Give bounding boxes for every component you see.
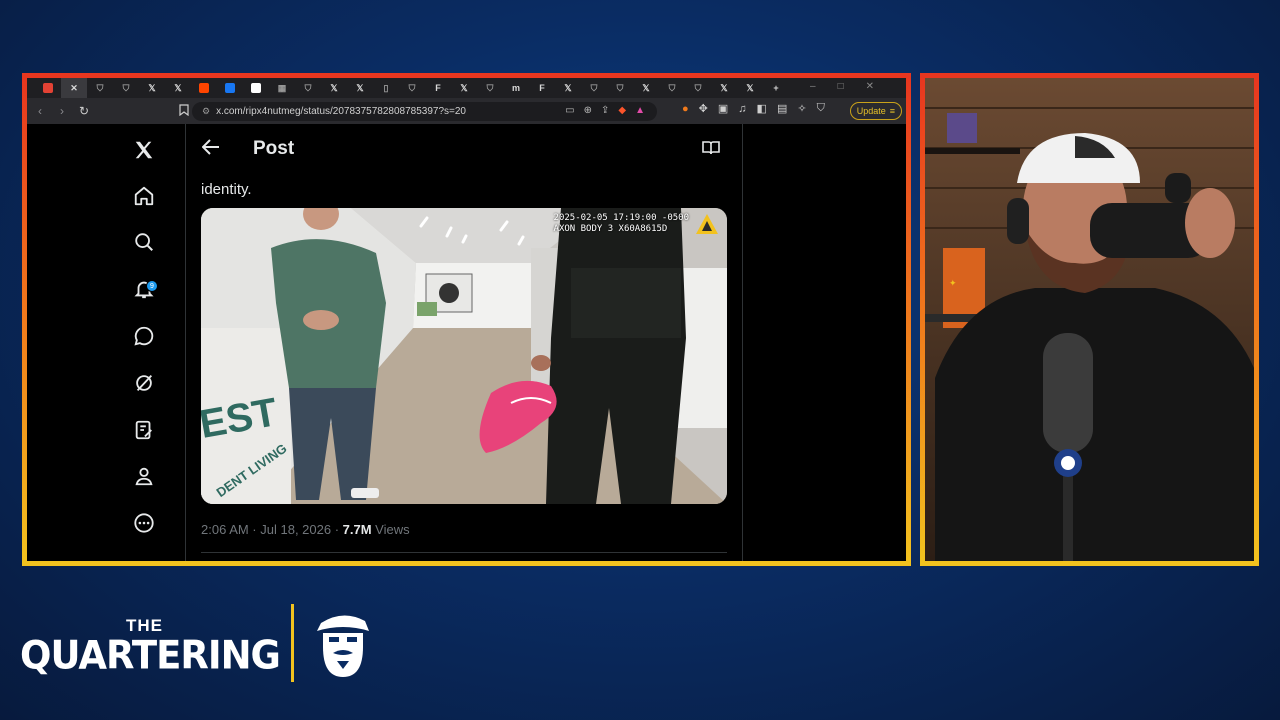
more-icon[interactable]: [132, 511, 156, 535]
logo-separator: [291, 604, 294, 682]
lists-icon[interactable]: [132, 418, 156, 442]
browser-capture-frame: ✕ ⛉ ⛉ 𝕏 𝕏 ▦ ⛉ 𝕏 𝕏 ▯ ⛉ F 𝕏 ⛉ m F 𝕏 ⛉ ⛉ 𝕏 ⛉ ⛉ 𝕏 𝕏 + –□✕ ‹ › ↻ ⚙ x.…: [22, 73, 911, 566]
bodycam-video[interactable]: EST DENT LIVING 2025-02-05 17:19:00 -050…: [201, 208, 727, 504]
back-arrow-icon[interactable]: [201, 139, 220, 160]
doc-icon[interactable]: ▯: [373, 78, 399, 98]
post-timestamp[interactable]: 2:06 AM · Jul 18, 2026 ·: [201, 522, 343, 537]
grok-icon[interactable]: [132, 371, 156, 395]
extension-bar: ● ✥ ▣ ♫ ◧ ▤ ✧ ⛉: [682, 102, 825, 115]
address-bar[interactable]: ⚙ x.com/ripx4nutmeg/status/2078375782808…: [192, 102, 657, 121]
x-logo-icon[interactable]: 𝕏: [737, 78, 763, 98]
zoom-icon[interactable]: ⊕: [584, 105, 592, 116]
x-page: 9 Post identity. EST DENT LIVING 2025-02…: [27, 124, 906, 561]
extension-orange-icon[interactable]: ●: [682, 103, 689, 115]
shield-icon[interactable]: ⛉: [477, 78, 503, 98]
timestamp-line: 2025-02-05 17:19:00 -0500: [553, 213, 689, 223]
post-column: Post identity. EST DENT LIVING 2025-02-0…: [185, 124, 743, 561]
x-logo-icon[interactable]: 𝕏: [633, 78, 659, 98]
x-sidebar-nav: 9: [122, 124, 182, 561]
leo-ai-icon[interactable]: ✧: [797, 102, 806, 115]
x-logo-icon[interactable]: 𝕏: [165, 78, 191, 98]
f-icon[interactable]: F: [425, 78, 451, 98]
url-text: x.com/ripx4nutmeg/status/207837578280878…: [216, 106, 466, 117]
media-icon[interactable]: ♫: [738, 103, 746, 115]
new-tab-icon[interactable]: +: [763, 78, 789, 98]
x-logo-icon[interactable]: 𝕏: [139, 78, 165, 98]
divider: [201, 552, 727, 553]
google-icon[interactable]: [243, 78, 269, 98]
brave-rewards-icon[interactable]: ▲: [635, 105, 645, 116]
favicon-red-icon-glyph: [43, 83, 53, 93]
shield-icon[interactable]: ⛉: [659, 78, 685, 98]
close-icon[interactable]: ✕: [61, 78, 87, 98]
window-controls[interactable]: –□✕: [810, 81, 896, 92]
logo-name: QUARTERING: [20, 632, 281, 679]
webcam-frame: ✦: [920, 73, 1259, 566]
favicon-red-icon[interactable]: [35, 78, 61, 98]
post-meta: 2:06 AM · Jul 18, 2026 · 7.7M Views: [201, 522, 410, 537]
shield-icon[interactable]: ⛉: [87, 78, 113, 98]
wallet-icon[interactable]: ▤: [777, 102, 787, 115]
bearded-head-logo-icon: [313, 607, 373, 684]
tweet-text: identity.: [201, 181, 252, 198]
x-logo-icon[interactable]: [132, 138, 156, 162]
cast-icon[interactable]: ▭: [565, 105, 574, 116]
m-icon[interactable]: m: [503, 78, 529, 98]
search-icon[interactable]: [132, 230, 156, 254]
shield-icon[interactable]: ⛉: [685, 78, 711, 98]
reload-button[interactable]: ↻: [77, 104, 91, 118]
extensions-icon[interactable]: ✥: [699, 102, 708, 115]
device-id-line: AXON BODY 3 X60A8615D: [553, 224, 668, 234]
post-header: Post: [186, 124, 742, 176]
x-logo-icon[interactable]: 𝕏: [555, 78, 581, 98]
x-logo-icon[interactable]: 𝕏: [451, 78, 477, 98]
update-label: Update: [856, 106, 886, 116]
page-title: Post: [253, 138, 295, 159]
views-count: 7.7M: [342, 522, 372, 537]
tab-strip: ✕ ⛉ ⛉ 𝕏 𝕏 ▦ ⛉ 𝕏 𝕏 ▯ ⛉ F 𝕏 ⛉ m F 𝕏 ⛉ ⛉ 𝕏 ⛉ ⛉ 𝕏 𝕏 +: [27, 78, 906, 98]
screenshot-icon[interactable]: ▣: [718, 102, 728, 115]
f-icon[interactable]: F: [529, 78, 555, 98]
update-button[interactable]: Update ≡: [849, 102, 902, 120]
google-icon-glyph: [251, 83, 261, 93]
reader-view-icon[interactable]: [702, 141, 720, 160]
x-logo-icon[interactable]: 𝕏: [711, 78, 737, 98]
bookmark-icon[interactable]: [177, 103, 191, 119]
reddit-icon-glyph: [199, 83, 209, 93]
messages-icon[interactable]: [132, 324, 156, 348]
notifications-badge: 9: [146, 280, 158, 292]
brave-shield-icon[interactable]: ◆: [618, 105, 626, 116]
url-actions: ▭ ⊕ ⇪ ◆ ▲: [565, 105, 645, 116]
svg-text:✦: ✦: [949, 278, 957, 288]
video-frame-illustration: EST DENT LIVING: [201, 208, 727, 504]
channel-logo: THE QUARTERING: [20, 612, 281, 678]
sidebar-toggle-icon[interactable]: ◧: [757, 102, 767, 115]
x-logo-icon[interactable]: 𝕏: [321, 78, 347, 98]
shield-icon[interactable]: ⛉: [399, 78, 425, 98]
reddit-icon[interactable]: [191, 78, 217, 98]
axon-logo-icon: [695, 213, 719, 240]
site-info-icon[interactable]: ⚙: [202, 106, 210, 117]
vpn-icon[interactable]: ⛉: [817, 102, 825, 115]
share-icon[interactable]: ⇪: [601, 105, 609, 116]
shield-icon[interactable]: ⛉: [607, 78, 633, 98]
x-logo-icon[interactable]: 𝕏: [347, 78, 373, 98]
bodycam-timestamp: 2025-02-05 17:19:00 -0500 AXON BODY 3 X6…: [554, 213, 689, 235]
shield-icon[interactable]: ⛉: [113, 78, 139, 98]
menu-icon: ≡: [889, 106, 895, 116]
profile-icon[interactable]: [132, 464, 156, 488]
facebook-icon-glyph: [225, 83, 235, 93]
shield-icon[interactable]: ⛉: [581, 78, 607, 98]
home-icon[interactable]: [132, 184, 156, 208]
views-label: Views: [371, 522, 410, 537]
webcam-feed-illustration: ✦: [925, 78, 1254, 561]
shield-icon[interactable]: ⛉: [295, 78, 321, 98]
news-icon[interactable]: ▦: [269, 78, 295, 98]
facebook-icon[interactable]: [217, 78, 243, 98]
forward-button[interactable]: ›: [55, 104, 69, 118]
back-button[interactable]: ‹: [33, 104, 47, 118]
